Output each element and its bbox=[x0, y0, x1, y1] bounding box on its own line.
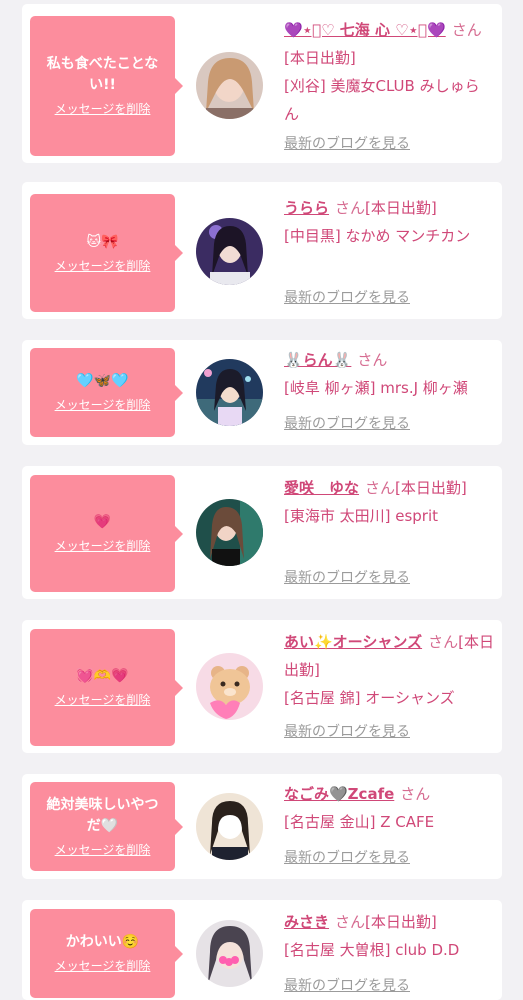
honorific: さん bbox=[451, 21, 482, 39]
avatar[interactable] bbox=[196, 653, 263, 720]
honorific: さん bbox=[365, 479, 396, 497]
message-text: 🩵🦋🩵 bbox=[76, 373, 129, 389]
cast-info: 愛咲 ゆな さん[本日出勤] [東海市 太田川] esprit bbox=[284, 474, 494, 530]
work-status: [本日出勤] bbox=[365, 913, 437, 931]
delete-message-link[interactable]: メッセージを削除 bbox=[55, 691, 151, 709]
latest-blog-link[interactable]: 最新のブログを見る bbox=[284, 848, 410, 868]
delete-message-link[interactable]: メッセージを削除 bbox=[55, 841, 151, 859]
latest-blog-link[interactable]: 最新のブログを見る bbox=[284, 288, 410, 308]
avatar[interactable] bbox=[196, 359, 263, 426]
honorific: さん bbox=[428, 633, 459, 651]
message-card: 絶対美味しいやつだ🤍 メッセージを削除 なごみ🩶Zcafe さん [名古屋 金山]… bbox=[22, 774, 502, 879]
cast-info: みさき さん[本日出勤] [名古屋 大曽根] club D.D bbox=[284, 908, 494, 964]
message-card: 私も食べたことない!! メッセージを削除 💜⋆͛♡ 七海 心 ♡⋆͛💜 さん [本日… bbox=[22, 4, 502, 163]
message-bubble: 🐱🎀 メッセージを削除 bbox=[30, 194, 183, 312]
message-card: 🐱🎀 メッセージを削除 うらら さん[本日出勤] [中目黒] なかめ マンチカン … bbox=[22, 182, 502, 319]
message-card: かわいい☺️ メッセージを削除 みさき さん[本日出勤] [名古屋 大曽根] cl… bbox=[22, 900, 502, 1000]
cast-name-link[interactable]: うらら bbox=[284, 199, 329, 217]
shop-info: [東海市 太田川] esprit bbox=[284, 507, 439, 525]
cast-name-link[interactable]: 愛咲 ゆな bbox=[284, 479, 359, 497]
cast-info: うらら さん[本日出勤] [中目黒] なかめ マンチカン bbox=[284, 194, 494, 250]
message-text: 🐱🎀 bbox=[86, 233, 119, 250]
message-bubble: 💓🫶💗 メッセージを削除 bbox=[30, 629, 183, 746]
cast-name-link[interactable]: 🐰らん🐰 bbox=[284, 351, 351, 369]
work-status: [本日出勤] bbox=[395, 479, 467, 497]
delete-message-link[interactable]: メッセージを削除 bbox=[55, 957, 151, 975]
shop-info: [名古屋 大曽根] club D.D bbox=[284, 941, 460, 959]
message-bubble: 私も食べたことない!! メッセージを削除 bbox=[30, 16, 183, 156]
work-status: [本日出勤] bbox=[365, 199, 437, 217]
latest-blog-link[interactable]: 最新のブログを見る bbox=[284, 722, 410, 742]
message-card: 💓🫶💗 メッセージを削除 あい✨オーシャンズ さん[本日出勤] [名古屋 錦] オ… bbox=[22, 620, 502, 753]
message-bubble: 💗 メッセージを削除 bbox=[30, 475, 183, 592]
cast-name-link[interactable]: あい✨オーシャンズ bbox=[284, 633, 422, 651]
honorific: さん bbox=[335, 913, 366, 931]
cast-info: 💜⋆͛♡ 七海 心 ♡⋆͛💜 さん [本日出勤] [刈谷] 美魔女CLUB みしゅら… bbox=[284, 16, 494, 128]
cast-info: 🐰らん🐰 さん [岐阜 柳ヶ瀬] mrs.J 柳ヶ瀬 bbox=[284, 346, 494, 402]
message-bubble: 🩵🦋🩵 メッセージを削除 bbox=[30, 348, 183, 437]
delete-message-link[interactable]: メッセージを削除 bbox=[55, 100, 151, 118]
message-text: 💓🫶💗 bbox=[76, 668, 129, 684]
delete-message-link[interactable]: メッセージを削除 bbox=[55, 257, 151, 275]
cast-name-link[interactable]: なごみ🩶Zcafe bbox=[284, 785, 394, 803]
work-status: [本日出勤] bbox=[284, 49, 356, 67]
shop-info: [岐阜 柳ヶ瀬] mrs.J 柳ヶ瀬 bbox=[284, 379, 468, 397]
cast-name-link[interactable]: 💜⋆͛♡ 七海 心 ♡⋆͛💜 bbox=[284, 21, 446, 39]
cast-info: なごみ🩶Zcafe さん [名古屋 金山] Z CAFE bbox=[284, 780, 494, 836]
message-text: 💗 bbox=[93, 514, 112, 530]
message-bubble: かわいい☺️ メッセージを削除 bbox=[30, 909, 183, 998]
message-bubble: 絶対美味しいやつだ🤍 メッセージを削除 bbox=[30, 782, 183, 871]
shop-info: [名古屋 錦] オーシャンズ bbox=[284, 689, 455, 707]
honorific: さん bbox=[357, 351, 388, 369]
message-text: かわいい☺️ bbox=[65, 934, 140, 950]
honorific: さん bbox=[400, 785, 431, 803]
message-card: 🩵🦋🩵 メッセージを削除 🐰らん🐰 さん [岐阜 柳ヶ瀬] mrs.J 柳ヶ瀬 最… bbox=[22, 340, 502, 445]
avatar[interactable] bbox=[196, 920, 263, 987]
shop-info: [刈谷] 美魔女CLUB みしゅらん bbox=[284, 77, 480, 123]
latest-blog-link[interactable]: 最新のブログを見る bbox=[284, 414, 410, 434]
avatar[interactable] bbox=[196, 793, 263, 860]
shop-info: [名古屋 金山] Z CAFE bbox=[284, 813, 435, 831]
latest-blog-link[interactable]: 最新のブログを見る bbox=[284, 134, 410, 154]
avatar[interactable] bbox=[196, 52, 263, 119]
cast-info: あい✨オーシャンズ さん[本日出勤] [名古屋 錦] オーシャンズ bbox=[284, 628, 494, 712]
message-text: 絶対美味しいやつだ🤍 bbox=[46, 796, 159, 834]
avatar[interactable] bbox=[196, 499, 263, 566]
latest-blog-link[interactable]: 最新のブログを見る bbox=[284, 976, 410, 996]
latest-blog-link[interactable]: 最新のブログを見る bbox=[284, 568, 410, 588]
delete-message-link[interactable]: メッセージを削除 bbox=[55, 537, 151, 555]
message-card: 💗 メッセージを削除 愛咲 ゆな さん[本日出勤] [東海市 太田川] espri… bbox=[22, 466, 502, 599]
avatar[interactable] bbox=[196, 218, 263, 285]
message-text: 私も食べたことない!! bbox=[46, 56, 159, 93]
delete-message-link[interactable]: メッセージを削除 bbox=[55, 396, 151, 414]
honorific: さん bbox=[335, 199, 366, 217]
shop-info: [中目黒] なかめ マンチカン bbox=[284, 227, 471, 245]
cast-name-link[interactable]: みさき bbox=[284, 913, 329, 931]
